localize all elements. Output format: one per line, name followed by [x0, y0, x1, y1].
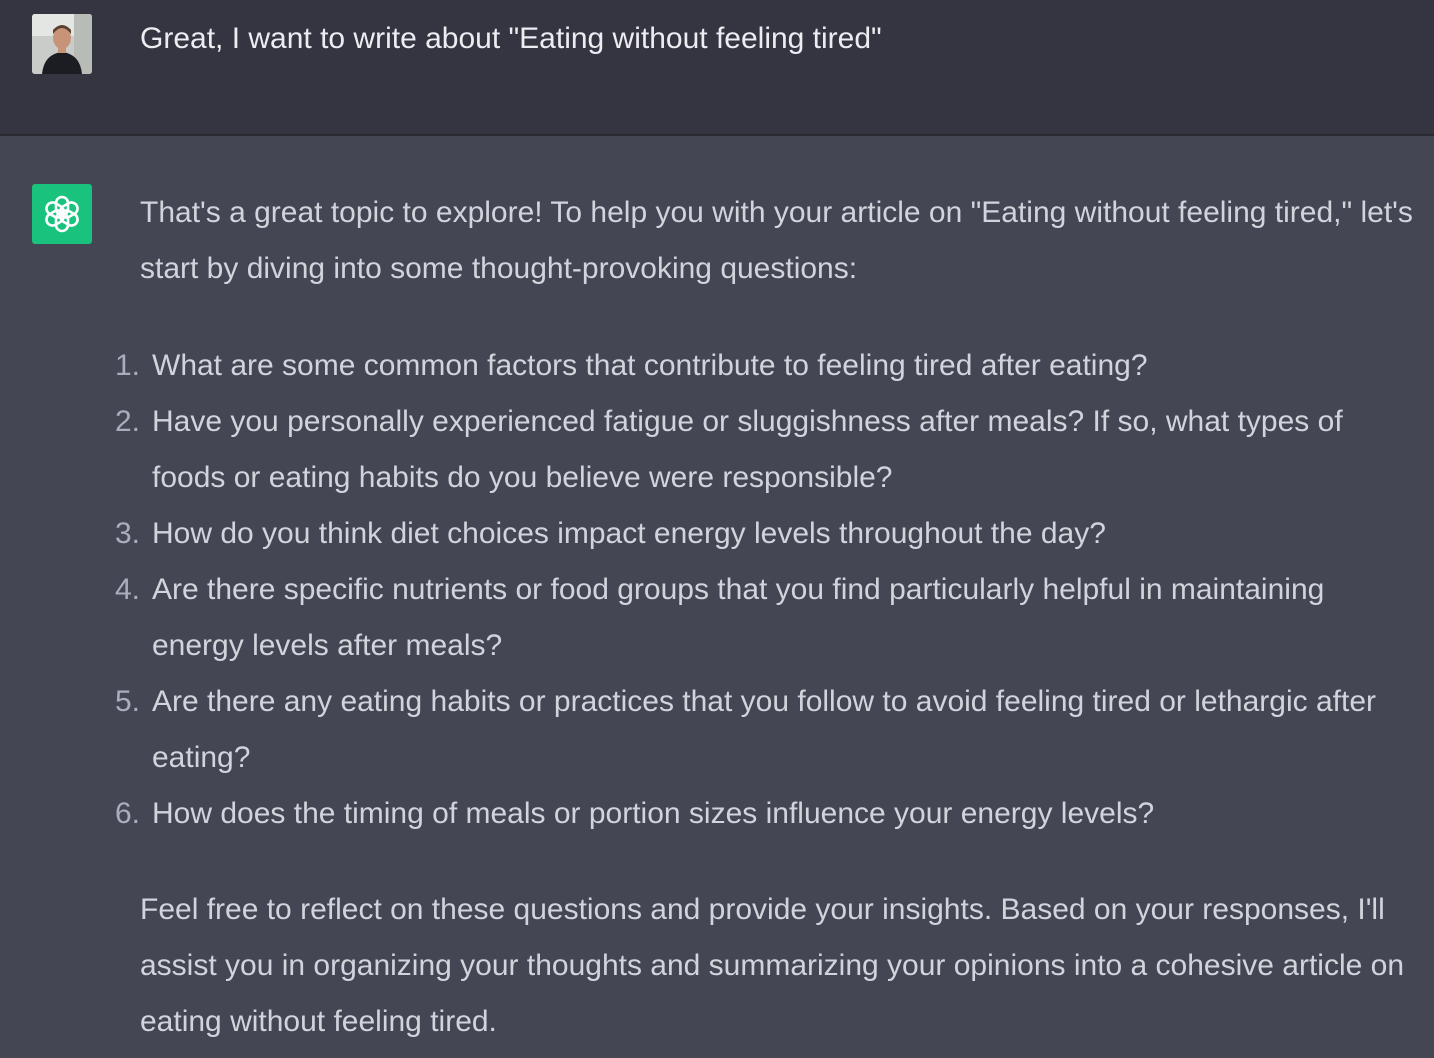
- list-item: 1. What are some common factors that con…: [0, 338, 1434, 394]
- list-item-text: Are there specific nutrients or food gro…: [152, 573, 1325, 662]
- assistant-outro-paragraph: Feel free to reflect on these questions …: [140, 893, 1405, 1038]
- user-message-row: Great, I want to write about "Eating wit…: [0, 0, 1434, 136]
- list-item-text: How does the timing of meals or portion …: [152, 797, 1155, 830]
- list-item-text: Are there any eating habits or practices…: [152, 685, 1377, 774]
- assistant-intro-paragraph: That's a great topic to explore! To help…: [140, 196, 1413, 285]
- openai-knot-icon: [45, 195, 79, 233]
- user-message-text: Great, I want to write about "Eating wit…: [140, 22, 882, 55]
- list-item: 3. How do you think diet choices impact …: [0, 506, 1434, 562]
- list-item-number: 3.: [114, 517, 140, 550]
- assistant-message-row: That's a great topic to explore! To help…: [0, 136, 1434, 1058]
- list-item: 4. Are there specific nutrients or food …: [0, 562, 1434, 674]
- user-avatar-photo-icon: [32, 14, 92, 74]
- list-item-number: 2.: [114, 405, 140, 438]
- list-item-number: 1.: [114, 349, 140, 382]
- list-item: 2. Have you personally experienced fatig…: [0, 394, 1434, 506]
- question-list: 1. What are some common factors that con…: [0, 338, 1434, 842]
- list-item: 6. How does the timing of meals or porti…: [0, 786, 1434, 842]
- openai-logo-icon: [32, 184, 92, 244]
- list-item: 5. Are there any eating habits or practi…: [0, 674, 1434, 786]
- list-item-text: What are some common factors that contri…: [152, 349, 1148, 382]
- list-item-number: 5.: [114, 685, 140, 718]
- user-avatar: [32, 14, 92, 74]
- list-item-number: 4.: [114, 573, 140, 606]
- list-item-text: Have you personally experienced fatigue …: [152, 405, 1343, 494]
- list-item-number: 6.: [114, 797, 140, 830]
- list-item-text: How do you think diet choices impact ene…: [152, 517, 1106, 550]
